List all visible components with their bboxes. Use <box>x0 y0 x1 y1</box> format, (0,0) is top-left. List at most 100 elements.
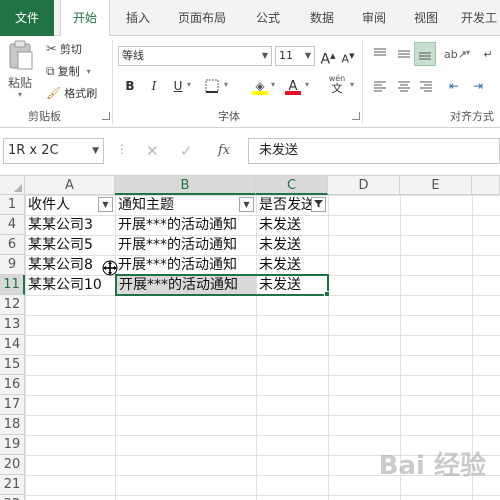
align-left-button[interactable] <box>370 76 390 96</box>
column-header-c[interactable]: C <box>256 176 328 195</box>
font-launcher-icon[interactable] <box>352 112 360 120</box>
table-cell[interactable]: 未发送 <box>256 215 328 235</box>
borders-button[interactable] <box>202 76 222 96</box>
row-header[interactable]: 19 <box>0 435 25 455</box>
tab-page-layout[interactable]: 页面布局 <box>170 0 234 36</box>
row-header[interactable]: 4 <box>0 215 25 235</box>
font-size-select[interactable]: 11 ▼ <box>275 46 315 66</box>
shrink-font-button[interactable]: A▼ <box>338 46 358 66</box>
tab-file[interactable]: 文件 <box>0 0 54 36</box>
tab-insert[interactable]: 插入 <box>116 0 160 36</box>
row-header[interactable]: 11 <box>0 275 25 295</box>
tab-data[interactable]: 数据 <box>300 0 344 36</box>
decrease-indent-icon: ⇤ <box>448 79 460 93</box>
ribbon-tab-bar: 文件 开始 插入 页面布局 公式 数据 审阅 视图 开发工 <box>0 0 500 37</box>
chevron-down-icon[interactable]: ▾ <box>224 80 228 89</box>
tab-developer[interactable]: 开发工 <box>458 0 500 36</box>
format-painter-button[interactable]: 🖌 格式刷 <box>46 84 97 102</box>
align-center-icon <box>398 81 410 92</box>
chevron-down-icon[interactable]: ▾ <box>187 80 191 89</box>
align-top-button[interactable] <box>370 44 390 64</box>
column-header-d[interactable]: D <box>328 176 400 195</box>
table-header-cell[interactable]: 通知主题 <box>115 195 256 215</box>
table-cell[interactable]: 某某公司3 <box>25 215 115 235</box>
filter-active-icon[interactable] <box>311 197 326 212</box>
underline-button[interactable]: U <box>168 76 188 96</box>
table-cell[interactable]: 未发送 <box>256 255 328 275</box>
tab-formulas[interactable]: 公式 <box>246 0 290 36</box>
table-cell[interactable]: 某某公司5 <box>25 235 115 255</box>
scissors-icon: ✂ <box>46 41 57 57</box>
clipboard-launcher-icon[interactable] <box>102 112 110 120</box>
align-center-button[interactable] <box>394 76 414 96</box>
grow-font-button[interactable]: A▲ <box>318 46 338 68</box>
paste-button[interactable]: 粘贴 ▾ <box>4 40 38 104</box>
chevron-down-icon: ▾ <box>86 66 91 76</box>
align-middle-icon <box>398 50 410 58</box>
cut-button[interactable]: ✂ 剪切 <box>46 40 82 58</box>
align-right-button[interactable] <box>416 76 436 96</box>
tab-review[interactable]: 审阅 <box>352 0 396 36</box>
row-header[interactable]: 9 <box>0 255 25 275</box>
funnel-icon <box>314 200 323 208</box>
fill-handle[interactable] <box>324 291 330 297</box>
row-header[interactable]: 22 <box>0 495 25 500</box>
selection-outline <box>115 274 329 296</box>
bold-button[interactable]: B <box>120 76 140 96</box>
paste-icon <box>9 40 33 70</box>
font-name-select[interactable]: 等线 ▼ <box>118 46 272 66</box>
filter-dropdown-icon[interactable]: ▼ <box>239 197 254 212</box>
drag-handle-icon[interactable]: ⋮ <box>116 142 128 156</box>
chevron-down-icon[interactable]: ▾ <box>305 80 309 89</box>
filter-dropdown-icon[interactable]: ▼ <box>98 197 113 212</box>
chevron-down-icon: ▼ <box>261 51 268 60</box>
row-header[interactable]: 1 <box>0 195 25 215</box>
row-header[interactable]: 16 <box>0 375 25 395</box>
column-header-a[interactable]: A <box>25 176 115 195</box>
column-header-f[interactable] <box>472 176 500 195</box>
italic-button[interactable]: I <box>144 76 164 96</box>
phonetic-button[interactable]: wén 文 <box>326 74 348 94</box>
wrap-text-button[interactable]: ↵ <box>478 44 498 64</box>
increase-indent-button[interactable]: ⇥ <box>468 76 488 96</box>
table-cell[interactable]: 开展***的活动通知 <box>115 235 256 255</box>
column-header-e[interactable]: E <box>400 176 472 195</box>
enter-icon[interactable]: ✓ <box>180 142 193 160</box>
table-cell[interactable]: 某某公司10 <box>25 275 115 295</box>
font-color-button[interactable]: A <box>283 76 303 96</box>
select-all-button[interactable] <box>0 176 25 195</box>
cancel-icon[interactable]: ✕ <box>146 142 159 160</box>
align-bottom-button[interactable] <box>414 42 436 66</box>
chevron-down-icon[interactable]: ▾ <box>271 80 275 89</box>
clipboard-group-label: 剪贴板 <box>28 110 61 123</box>
row-header[interactable]: 6 <box>0 235 25 255</box>
align-right-icon <box>420 81 432 92</box>
table-header-cell[interactable]: 是否发送 <box>256 195 314 215</box>
table-cell[interactable]: 开展***的活动通知 <box>115 215 256 235</box>
row-header[interactable]: 12 <box>0 295 25 315</box>
fill-color-button[interactable]: ◈ <box>250 76 270 96</box>
row-header[interactable]: 21 <box>0 475 25 495</box>
formula-input[interactable]: 未发送 <box>248 138 500 164</box>
chevron-down-icon[interactable]: ▾ <box>466 48 470 57</box>
row-header[interactable]: 17 <box>0 395 25 415</box>
copy-button[interactable]: ⧉ 复制 ▾ <box>46 62 91 80</box>
tab-home[interactable]: 开始 <box>60 0 110 37</box>
orientation-button[interactable]: ab↗ <box>444 44 467 64</box>
align-middle-button[interactable] <box>394 44 414 64</box>
table-cell[interactable]: 开展***的活动通知 <box>115 255 256 275</box>
row-header[interactable]: 13 <box>0 315 25 335</box>
decrease-indent-button[interactable]: ⇤ <box>444 76 464 96</box>
worksheet-grid[interactable]: A B C D E 1 4 6 9 11 12 13 14 15 16 17 1… <box>0 176 500 500</box>
chevron-down-icon[interactable]: ▾ <box>350 80 354 89</box>
row-header[interactable]: 20 <box>0 455 25 475</box>
tab-view[interactable]: 视图 <box>404 0 448 36</box>
name-box[interactable]: 1R x 2C ▼ <box>3 138 104 164</box>
orientation-icon: ab↗ <box>444 48 467 61</box>
row-header[interactable]: 14 <box>0 335 25 355</box>
row-header[interactable]: 18 <box>0 415 25 435</box>
column-header-b[interactable]: B <box>115 176 256 195</box>
insert-function-button[interactable]: fx <box>218 143 230 158</box>
table-cell[interactable]: 未发送 <box>256 235 328 255</box>
row-header[interactable]: 15 <box>0 355 25 375</box>
